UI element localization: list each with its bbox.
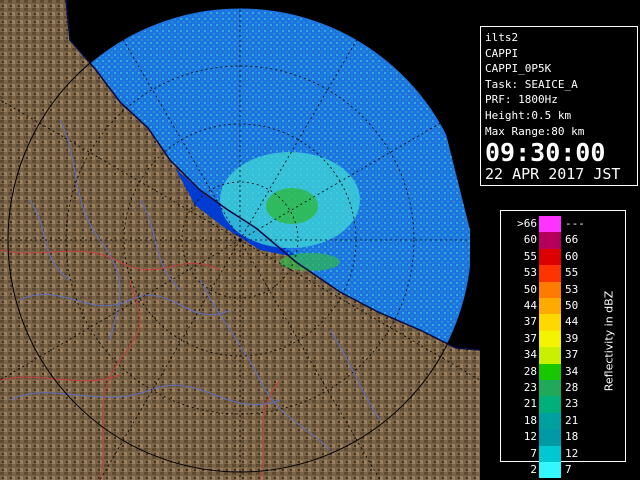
radar-display: ilts2 CAPPI CAPPI_0P5K Task: SEAICE_A PR… (0, 0, 640, 480)
height-label: Height:0.5 km (485, 108, 572, 122)
legend-swatch (539, 363, 561, 380)
product-name: CAPPI_0P5K (485, 62, 552, 76)
legend-row: >66 --- (501, 216, 625, 233)
legend-swatch (539, 380, 561, 397)
legend-high-value: 18 (565, 430, 579, 444)
legend-swatch (539, 248, 561, 266)
legend-low-value: 34 (523, 348, 537, 362)
legend-title: Reflectivity in dBZ (599, 241, 619, 441)
legend-high-value: 34 (565, 364, 579, 378)
legend-swatch (539, 445, 561, 462)
legend-high-value: 7 (565, 463, 572, 476)
legend-low-value: 50 (523, 282, 537, 296)
legend-low-value: 2 (530, 463, 537, 476)
task-label: Task: SEAICE_A (485, 77, 578, 91)
legend-low-value: 21 (523, 397, 537, 411)
legend-high-value: 55 (565, 266, 579, 280)
legend-swatch (539, 265, 561, 282)
radar-map (0, 0, 480, 480)
observation-date: 22 APR 2017 JST (485, 165, 621, 184)
legend-title-text: Reflectivity in dBZ (602, 290, 616, 392)
legend-low-value: 60 (523, 233, 537, 247)
legend-low-value: 37 (523, 315, 537, 329)
legend-swatch (539, 396, 561, 413)
legend-high-value: --- (565, 217, 585, 230)
legend-swatch (539, 429, 561, 446)
legend-swatch (539, 462, 561, 479)
legend-low-value: 23 (523, 381, 537, 394)
legend-high-value: 44 (565, 315, 579, 329)
reflectivity-legend: >66 --- 60 66 55 60 53 55 50 53 44 50 37 44 37 39 34 37 28… (500, 210, 626, 479)
legend-swatch (539, 347, 561, 364)
legend-low-value: 12 (523, 430, 537, 444)
legend-swatch (539, 216, 561, 233)
legend-high-value: 23 (565, 397, 579, 411)
legend-row: 27 (501, 462, 625, 479)
echo-core (266, 188, 318, 224)
legend-low-value: >66 (517, 217, 537, 230)
observation-time: 09:30:00 (485, 138, 606, 168)
legend-low-value: 28 (523, 364, 537, 378)
legend-high-value: 53 (565, 282, 579, 296)
info-panel: ilts2 CAPPI CAPPI_0P5K Task: SEAICE_A PR… (480, 26, 638, 186)
legend-low-value: 53 (523, 266, 537, 280)
legend-low-value: 55 (523, 249, 537, 263)
legend-high-value: 66 (565, 233, 579, 247)
legend-swatch (539, 330, 561, 348)
legend-low-value: 44 (523, 299, 537, 312)
legend-swatch (539, 314, 561, 331)
legend-high-value: 39 (565, 331, 579, 345)
legend-low-value: 37 (523, 331, 537, 345)
legend-swatch (539, 232, 561, 249)
legend-high-value: 28 (565, 381, 579, 394)
station-name: ilts2 (485, 31, 519, 44)
legend-high-value: 12 (565, 446, 579, 460)
legend-high-value: 60 (565, 249, 579, 263)
legend-swatch (539, 281, 561, 298)
legend-swatch (539, 412, 561, 430)
prf-label: PRF: 1800Hz (485, 93, 558, 107)
legend-low-value: 7 (530, 446, 537, 460)
legend-high-value: 50 (565, 299, 579, 312)
legend-high-value: 37 (565, 348, 579, 362)
legend-row: 7 12 (501, 445, 625, 462)
product-type: CAPPI (485, 46, 519, 60)
legend-low-value: 18 (523, 413, 537, 427)
legend-swatch (539, 298, 561, 315)
max-range-label: Max Range:80 km (485, 124, 585, 138)
legend-high-value: 21 (565, 413, 579, 427)
